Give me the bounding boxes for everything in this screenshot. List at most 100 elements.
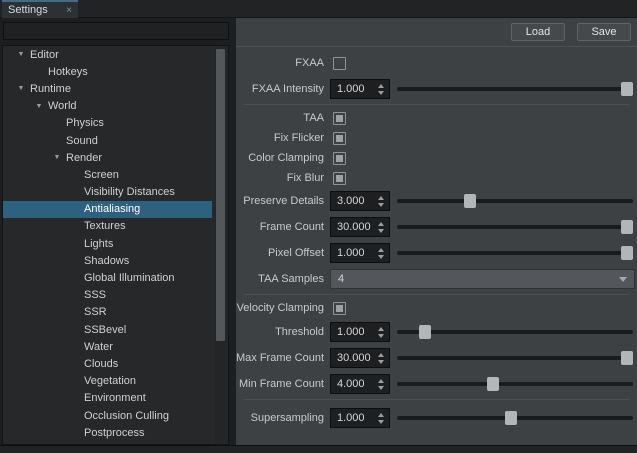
- spin-down-icon[interactable]: [378, 91, 384, 95]
- search-input[interactable]: [3, 22, 229, 40]
- fxaa-intensity-slider[interactable]: [397, 81, 633, 97]
- frame-count-slider[interactable]: [397, 219, 633, 235]
- spin-down-icon[interactable]: [378, 360, 384, 364]
- preserve-details-slider[interactable]: [397, 193, 633, 209]
- fix-flicker-checkbox[interactable]: [333, 132, 346, 145]
- spinbox-stepper[interactable]: [373, 323, 389, 341]
- settings-window: Settings × ▼EditorHotkeys▼Runtime▼WorldP…: [0, 0, 637, 453]
- tree-expander-icon[interactable]: ▼: [12, 80, 30, 97]
- spin-up-icon[interactable]: [378, 196, 384, 200]
- spinbox-stepper[interactable]: [373, 375, 389, 393]
- tree-scrollbar-thumb[interactable]: [216, 49, 225, 341]
- spinbox-stepper[interactable]: [373, 349, 389, 367]
- taa-samples-dropdown[interactable]: 4: [330, 269, 635, 289]
- load-button[interactable]: Load: [511, 23, 565, 41]
- min-frame-count-slider[interactable]: [397, 376, 633, 392]
- sidebar-item-runtime[interactable]: ▼Runtime: [3, 80, 212, 97]
- sidebar-item-occlusion-culling[interactable]: Occlusion Culling: [3, 407, 212, 424]
- fxaa-checkbox[interactable]: [333, 57, 346, 70]
- slider-track[interactable]: [397, 356, 633, 360]
- tab-close-icon[interactable]: ×: [66, 5, 72, 16]
- sidebar-item-screen[interactable]: Screen: [3, 166, 212, 183]
- sidebar-item-visibility-distances[interactable]: Visibility Distances: [3, 184, 212, 201]
- tree-indent-spacer: [48, 123, 66, 124]
- pixel-offset-spinbox[interactable]: 1.000: [330, 243, 390, 263]
- pixel-offset-slider[interactable]: [397, 245, 633, 261]
- sidebar-item-postprocess[interactable]: Postprocess: [3, 424, 212, 441]
- slider-track[interactable]: [397, 382, 633, 386]
- sidebar-item-water[interactable]: Water: [3, 338, 212, 355]
- spin-up-icon[interactable]: [378, 222, 384, 226]
- slider-track[interactable]: [397, 225, 633, 229]
- max-frame-count-spinbox[interactable]: 30.000: [330, 348, 390, 368]
- spinbox-stepper[interactable]: [373, 244, 389, 262]
- spin-down-icon[interactable]: [378, 203, 384, 207]
- spinbox-stepper[interactable]: [373, 192, 389, 210]
- tab-settings[interactable]: Settings ×: [2, 0, 78, 18]
- spin-up-icon[interactable]: [378, 353, 384, 357]
- tree-expander-icon[interactable]: ▼: [48, 149, 66, 166]
- tree-expander-icon[interactable]: ▼: [12, 46, 30, 63]
- color-clamping-checkbox[interactable]: [333, 152, 346, 165]
- slider-track[interactable]: [397, 87, 633, 91]
- preserve-details-spinbox[interactable]: 3.000: [330, 191, 390, 211]
- sidebar-item-ssbevel[interactable]: SSBevel: [3, 321, 212, 338]
- fix-blur-checkbox[interactable]: [333, 172, 346, 185]
- tree-scrollbar[interactable]: [215, 47, 227, 445]
- slider-handle[interactable]: [621, 246, 633, 260]
- spin-up-icon[interactable]: [378, 413, 384, 417]
- sidebar-item-world[interactable]: ▼World: [3, 98, 212, 115]
- spin-down-icon[interactable]: [378, 386, 384, 390]
- slider-track[interactable]: [397, 330, 633, 334]
- sidebar-item-render[interactable]: ▼Render: [3, 149, 212, 166]
- sidebar-item-editor[interactable]: ▼Editor: [3, 46, 212, 63]
- slider-handle[interactable]: [487, 377, 499, 391]
- frame-count-spinbox[interactable]: 30.000: [330, 217, 390, 237]
- sidebar-item-ssr[interactable]: SSR: [3, 304, 212, 321]
- spinbox-stepper[interactable]: [373, 218, 389, 236]
- slider-handle[interactable]: [505, 411, 517, 425]
- spin-up-icon[interactable]: [378, 379, 384, 383]
- max-frame-count-slider[interactable]: [397, 350, 633, 366]
- slider-handle[interactable]: [419, 325, 431, 339]
- spin-down-icon[interactable]: [378, 334, 384, 338]
- sidebar-item-hotkeys[interactable]: Hotkeys: [3, 63, 212, 80]
- spinbox-stepper[interactable]: [373, 80, 389, 98]
- spin-down-icon[interactable]: [378, 420, 384, 424]
- sidebar-item-sss[interactable]: SSS: [3, 287, 212, 304]
- sidebar-item-clouds[interactable]: Clouds: [3, 355, 212, 372]
- supersampling-spinbox[interactable]: 1.000: [330, 408, 390, 428]
- setting-label: TAA: [236, 112, 324, 124]
- sidebar-item-textures[interactable]: Textures: [3, 218, 212, 235]
- slider-handle[interactable]: [621, 82, 633, 96]
- sidebar-item-sound[interactable]: Sound: [3, 132, 212, 149]
- spinbox-stepper[interactable]: [373, 409, 389, 427]
- tree-expander-icon[interactable]: ▼: [30, 98, 48, 115]
- sidebar-item-global-illumination[interactable]: Global Illumination: [3, 269, 212, 286]
- sidebar-item-vegetation[interactable]: Vegetation: [3, 373, 212, 390]
- spin-up-icon[interactable]: [378, 84, 384, 88]
- velocity-clamping-checkbox[interactable]: [333, 302, 346, 315]
- sidebar-item-environment[interactable]: Environment: [3, 390, 212, 407]
- sidebar-item-lights[interactable]: Lights: [3, 235, 212, 252]
- supersampling-slider[interactable]: [397, 410, 633, 426]
- fxaa-intensity-spinbox[interactable]: 1.000: [330, 79, 390, 99]
- spin-down-icon[interactable]: [378, 229, 384, 233]
- spin-down-icon[interactable]: [378, 255, 384, 259]
- slider-track[interactable]: [397, 251, 633, 255]
- sidebar-item-antialiasing[interactable]: Antialiasing: [3, 201, 212, 218]
- spin-up-icon[interactable]: [378, 327, 384, 331]
- setting-row-supersampling: Supersampling1.000: [236, 405, 637, 431]
- threshold-spinbox[interactable]: 1.000: [330, 322, 390, 342]
- slider-handle[interactable]: [621, 351, 633, 365]
- sidebar-item-shadows[interactable]: Shadows: [3, 252, 212, 269]
- threshold-slider[interactable]: [397, 324, 633, 340]
- min-frame-count-spinbox[interactable]: 4.000: [330, 374, 390, 394]
- save-button[interactable]: Save: [577, 23, 631, 41]
- sidebar-item-physics[interactable]: Physics: [3, 115, 212, 132]
- taa-checkbox[interactable]: [333, 112, 346, 125]
- slider-handle[interactable]: [464, 194, 476, 208]
- spin-up-icon[interactable]: [378, 248, 384, 252]
- slider-handle[interactable]: [621, 220, 633, 234]
- slider-track[interactable]: [397, 199, 633, 203]
